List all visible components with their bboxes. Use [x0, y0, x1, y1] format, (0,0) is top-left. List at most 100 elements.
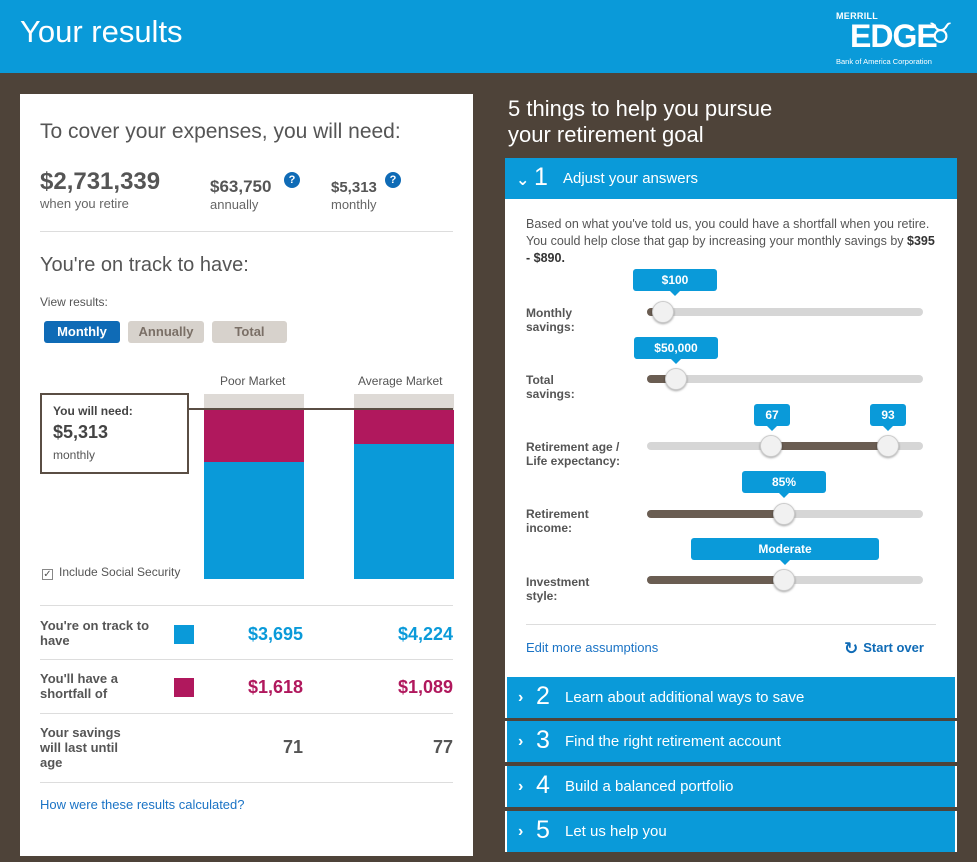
merrill-edge-logo[interactable]: MERRILL EDGE ♉ Bank of America Corporati… — [836, 9, 962, 67]
start-over-label: Start over — [863, 640, 924, 655]
monthly-needed-label: monthly — [331, 197, 377, 212]
social-security-label: Include Social Security — [59, 565, 181, 579]
section-number: 1 — [534, 163, 548, 191]
retirement-age-value: 67 — [754, 404, 790, 431]
poor-market-bar — [204, 394, 304, 579]
section-1-header[interactable]: ⌄ 1 Adjust your answers — [505, 158, 957, 199]
section-3-header[interactable]: › 3 Find the right retirement account — [505, 721, 957, 762]
chevron-down-icon: ⌄ — [516, 172, 530, 189]
calc-link[interactable]: How were these results calculated? — [40, 797, 245, 812]
divider — [40, 605, 453, 606]
view-monthly-button[interactable]: Monthly — [44, 321, 120, 343]
need-callout-title: You will need: — [53, 404, 133, 418]
divider — [40, 782, 453, 783]
monthly-needed: $5,313 monthly — [331, 180, 377, 212]
monthly-savings-track[interactable] — [647, 308, 923, 316]
slider-fill — [647, 510, 784, 518]
section-number: 4 — [536, 771, 550, 799]
intro-text: Based on what you've told us, you could … — [526, 216, 936, 267]
shortfall-poor: $1,618 — [247, 677, 303, 697]
annual-needed: $63,750 annually — [210, 178, 271, 212]
social-security-option[interactable]: ✓ Include Social Security — [42, 565, 180, 580]
logo-boa: Bank of America Corporation — [836, 57, 932, 66]
chevron-right-icon: › — [518, 823, 524, 840]
divider — [40, 231, 453, 232]
on-track-poor: $3,695 — [247, 624, 303, 644]
steps-title-line1: 5 things to help you pursue — [508, 96, 773, 121]
shortfall-swatch — [174, 678, 194, 697]
view-annually-button[interactable]: Annually — [128, 321, 204, 343]
total-savings-value: $50,000 — [634, 337, 718, 364]
section-label: Adjust your answers — [563, 170, 699, 187]
shortfall-average: $1,089 — [397, 677, 453, 697]
savings-last-average: 77 — [432, 737, 453, 757]
total-needed-label: when you retire — [40, 196, 129, 211]
results-panel: To cover your expenses, you will need: $… — [20, 94, 473, 856]
average-market-bar — [354, 394, 454, 579]
divider — [526, 624, 936, 625]
chevron-right-icon: › — [518, 689, 524, 706]
divider — [40, 659, 453, 660]
investment-style-handle[interactable] — [773, 569, 795, 591]
section-4-header[interactable]: › 4 Build a balanced portfolio — [505, 766, 957, 807]
view-total-button[interactable]: Total — [212, 321, 287, 343]
header-bar: Your results MERRILL EDGE ♉ Bank of Amer… — [0, 0, 977, 73]
social-security-checkbox[interactable]: ✓ — [42, 569, 53, 580]
section-label: Let us help you — [565, 823, 667, 840]
chevron-right-icon: › — [518, 733, 524, 750]
section-number: 2 — [536, 682, 550, 710]
section-label: Learn about additional ways to save — [565, 689, 805, 706]
on-track-swatch — [174, 625, 194, 644]
start-over-button[interactable]: ↻ Start over — [844, 639, 924, 659]
on-track-segment — [204, 462, 304, 579]
need-callout: You will need: $5,313 monthly — [40, 393, 189, 474]
retirement-age-label: Retirement age / Life expectancy: — [526, 440, 621, 468]
refresh-icon: ↻ — [844, 639, 859, 658]
logo-edge: EDGE — [850, 18, 938, 54]
cover-title: To cover your expenses, you will need: — [40, 120, 401, 143]
monthly-needed-value: $5,313 — [331, 179, 377, 196]
steps-title-line2: your retirement goal — [508, 122, 704, 147]
edit-assumptions-link[interactable]: Edit more assumptions — [526, 640, 658, 655]
need-callout-value: $5,313 — [53, 422, 109, 442]
monthly-savings-label: Monthly savings: — [526, 306, 575, 334]
section-label: Build a balanced portfolio — [565, 778, 734, 795]
bull-icon: ♉ — [928, 18, 954, 49]
track-title: You're on track to have: — [40, 254, 249, 276]
section-number: 3 — [536, 726, 550, 754]
slider-fill — [771, 442, 888, 450]
section-2-header[interactable]: › 2 Learn about additional ways to save — [505, 677, 957, 718]
retirement-income-value: 85% — [742, 471, 826, 498]
section-number: 5 — [536, 816, 550, 844]
section-5-header[interactable]: › 5 Let us help you — [505, 811, 957, 852]
need-callout-period: monthly — [53, 448, 96, 462]
life-expectancy-value: 93 — [870, 404, 906, 431]
retirement-income-label: Retirement income: — [526, 507, 589, 535]
total-needed-value: $2,731,339 — [40, 168, 161, 195]
total-savings-label: Total savings: — [526, 373, 575, 401]
total-savings-track[interactable] — [647, 375, 923, 383]
monthly-savings-value: $100 — [633, 269, 717, 296]
retirement-income-handle[interactable] — [773, 503, 795, 525]
investment-style-label: Investment style: — [526, 575, 590, 603]
monthly-help-icon[interactable]: ? — [385, 172, 401, 188]
divider — [40, 713, 453, 714]
shortfall-segment — [204, 410, 304, 462]
monthly-savings-handle[interactable] — [652, 301, 674, 323]
investment-style-value: Moderate — [691, 538, 879, 565]
annual-help-icon[interactable]: ? — [284, 172, 300, 188]
shortfall-segment — [354, 410, 454, 444]
page-title: Your results — [20, 14, 183, 49]
annual-needed-label: annually — [210, 197, 259, 212]
poor-market-header: Poor Market — [220, 374, 286, 388]
row-label-on-track: You're on track to have — [40, 618, 150, 648]
section-label: Find the right retirement account — [565, 733, 781, 750]
intro-body: Based on what you've told us, you could … — [526, 217, 930, 248]
row-label-savings-last: Your savings will last until age — [40, 725, 121, 770]
life-expectancy-handle[interactable] — [877, 435, 899, 457]
on-track-average: $4,224 — [397, 624, 453, 644]
total-savings-handle[interactable] — [665, 368, 687, 390]
on-track-segment — [354, 444, 454, 579]
retirement-age-handle[interactable] — [760, 435, 782, 457]
average-market-header: Average Market — [358, 374, 443, 388]
